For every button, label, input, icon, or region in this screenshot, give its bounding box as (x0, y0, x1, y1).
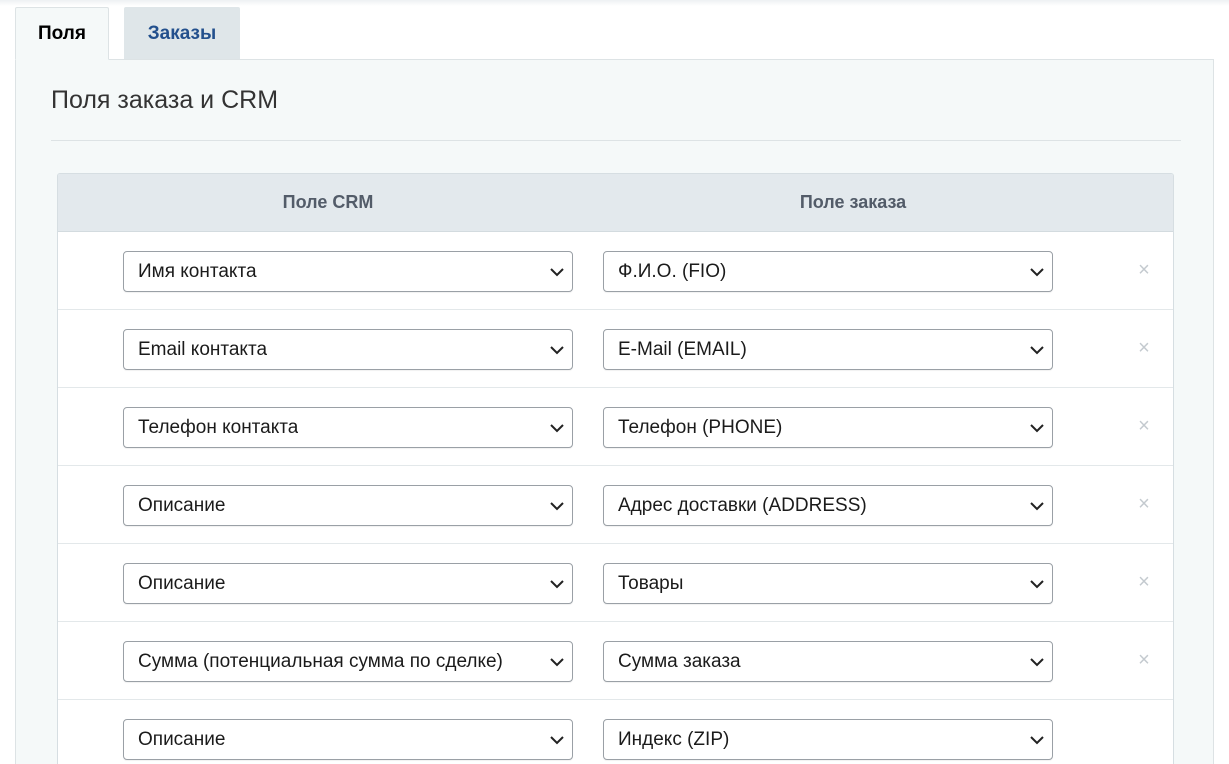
chevron-down-icon (1030, 346, 1044, 355)
mapping-row: Имя контакта Ф.И.О. (FIO) × (58, 232, 1173, 310)
mapping-row: Описание Индекс (ZIP) (58, 700, 1173, 764)
column-header-order-field: Поле заказа (799, 192, 907, 212)
crm-field-value: Описание (138, 728, 226, 750)
order-field-select[interactable]: Индекс (ZIP) (603, 719, 1053, 760)
crm-field-value: Сумма (потенциальная сумма по сделке) (138, 650, 503, 672)
table-header: Поле CRM Поле заказа (58, 174, 1173, 232)
section-title: Поля заказа и CRM (51, 86, 279, 114)
chevron-down-icon (550, 580, 564, 589)
chevron-down-icon (550, 736, 564, 745)
crm-field-value: Описание (138, 494, 226, 516)
chevron-down-icon (550, 502, 564, 511)
chevron-down-icon (550, 658, 564, 667)
tab-fields[interactable]: Поля (15, 7, 109, 60)
close-icon: × (1138, 492, 1150, 515)
chevron-down-icon (550, 268, 564, 277)
title-divider (51, 140, 1181, 141)
column-header-crm-field: Поле CRM (282, 192, 374, 212)
chevron-down-icon (1030, 502, 1044, 511)
order-field-value: E-Mail (EMAIL) (618, 338, 747, 360)
close-icon: × (1138, 414, 1150, 437)
order-field-select[interactable]: Адрес доставки (ADDRESS) (603, 485, 1053, 526)
crm-field-select[interactable]: Email контакта (123, 329, 573, 370)
chevron-down-icon (1030, 580, 1044, 589)
remove-row-button[interactable]: × (1132, 570, 1156, 594)
mapping-row: Описание Адрес доставки (ADDRESS) × (58, 466, 1173, 544)
order-field-value: Ф.И.О. (FIO) (618, 260, 727, 282)
close-icon: × (1138, 648, 1150, 671)
order-field-value: Товары (618, 572, 684, 594)
chevron-down-icon (1030, 736, 1044, 745)
order-field-value: Телефон (PHONE) (618, 416, 783, 438)
mapping-row: Телефон контакта Телефон (PHONE) × (58, 388, 1173, 466)
order-field-select[interactable]: E-Mail (EMAIL) (603, 329, 1053, 370)
field-mapping-table: Поле CRM Поле заказа Имя контакта Ф.И.О.… (57, 173, 1174, 764)
chevron-down-icon (1030, 658, 1044, 667)
fields-panel: Поля заказа и CRM Поле CRM Поле заказа И… (15, 59, 1214, 764)
crm-field-select[interactable]: Описание (123, 485, 573, 526)
order-field-value: Сумма заказа (618, 650, 741, 672)
remove-row-button[interactable]: × (1132, 258, 1156, 282)
tab-bar: Поля Заказы (15, 7, 240, 60)
order-field-select[interactable]: Сумма заказа (603, 641, 1053, 682)
order-field-select[interactable]: Ф.И.О. (FIO) (603, 251, 1053, 292)
crm-field-select[interactable]: Сумма (потенциальная сумма по сделке) (123, 641, 573, 682)
order-field-value: Индекс (ZIP) (618, 728, 730, 750)
order-field-select[interactable]: Товары (603, 563, 1053, 604)
crm-field-value: Email контакта (138, 338, 268, 360)
remove-row-button[interactable]: × (1132, 648, 1156, 672)
close-icon: × (1138, 570, 1150, 593)
crm-field-select[interactable]: Имя контакта (123, 251, 573, 292)
mapping-row: Сумма (потенциальная сумма по сделке) Су… (58, 622, 1173, 700)
tab-orders[interactable]: Заказы (124, 7, 240, 59)
crm-field-select[interactable]: Описание (123, 719, 573, 760)
close-icon: × (1138, 336, 1150, 359)
remove-row-button[interactable]: × (1132, 492, 1156, 516)
chevron-down-icon (1030, 268, 1044, 277)
mapping-row: Email контакта E-Mail (EMAIL) × (58, 310, 1173, 388)
chevron-down-icon (550, 346, 564, 355)
chevron-down-icon (550, 424, 564, 433)
crm-field-select[interactable]: Описание (123, 563, 573, 604)
crm-field-select[interactable]: Телефон контакта (123, 407, 573, 448)
chevron-down-icon (1030, 424, 1044, 433)
remove-row-button[interactable]: × (1132, 414, 1156, 438)
close-icon: × (1138, 258, 1150, 281)
mapping-rows: Имя контакта Ф.И.О. (FIO) × Email контак… (58, 232, 1173, 764)
order-field-select[interactable]: Телефон (PHONE) (603, 407, 1053, 448)
page: Поля Заказы Поля заказа и CRM Поле CRM П… (0, 0, 1229, 764)
crm-field-value: Описание (138, 572, 226, 594)
crm-field-value: Телефон контакта (138, 416, 299, 438)
remove-row-button[interactable]: × (1132, 336, 1156, 360)
crm-field-value: Имя контакта (138, 260, 257, 282)
order-field-value: Адрес доставки (ADDRESS) (618, 494, 867, 516)
mapping-row: Описание Товары × (58, 544, 1173, 622)
